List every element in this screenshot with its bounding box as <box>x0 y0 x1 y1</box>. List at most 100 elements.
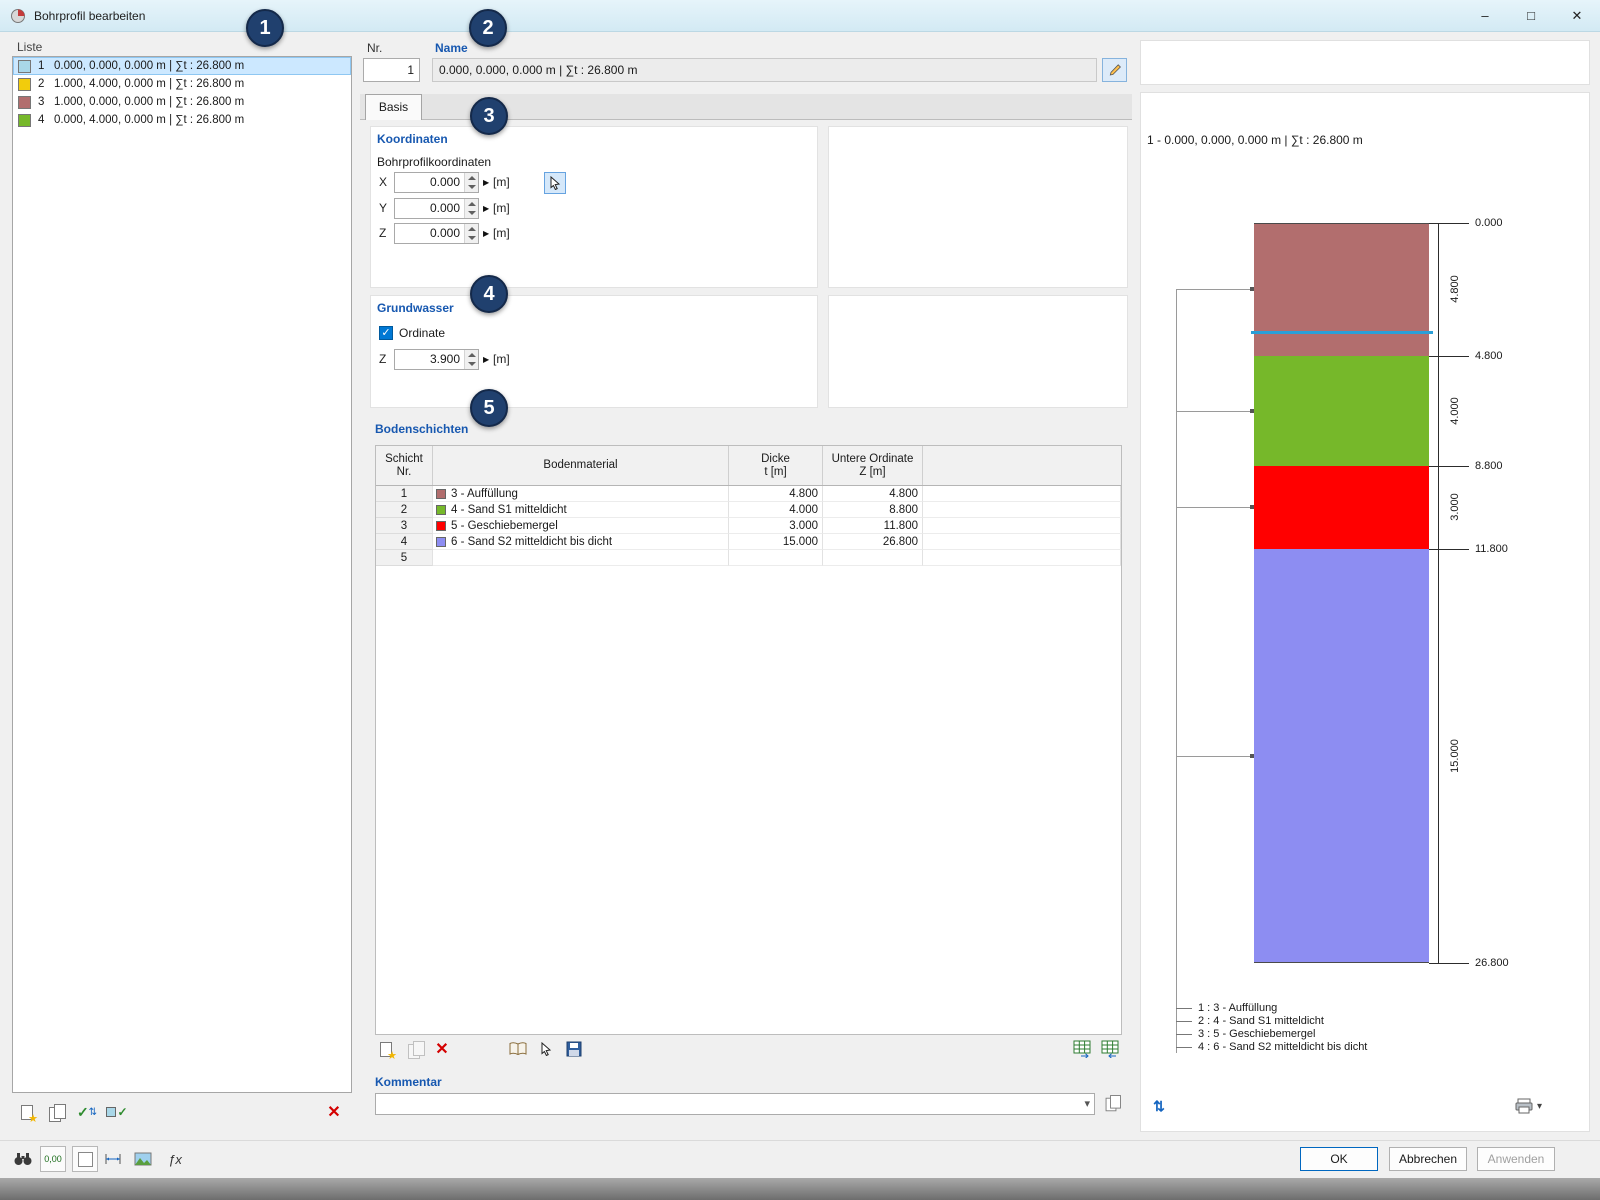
x-unit-label: [m] <box>493 175 510 189</box>
copy-layer-button[interactable] <box>403 1038 425 1060</box>
copy-profile-button[interactable] <box>43 1100 67 1124</box>
dialog-bohrprofil-bearbeiten: Bohrprofil bearbeiten – □ ✕ Liste 1 0.00… <box>0 0 1600 1200</box>
dimension-line <box>1438 223 1439 963</box>
list-item-number: 2 <box>38 78 45 90</box>
arrows-icon: ⇅ <box>88 1106 98 1118</box>
close-button[interactable]: ✕ <box>1554 0 1600 31</box>
print-button[interactable]: ▾ <box>1507 1095 1549 1117</box>
table-row[interactable]: 5 <box>376 550 1121 566</box>
table-row[interactable]: 3 5 - Geschiebemergel 3.000 11.800 <box>376 518 1121 534</box>
window-bottom-edge <box>0 1178 1600 1200</box>
table-row[interactable]: 1 3 - Auffüllung 4.800 4.800 <box>376 486 1121 502</box>
background-color-button[interactable] <box>72 1146 98 1172</box>
y-coordinate-input[interactable]: 0.000 <box>394 198 479 219</box>
groundwater-z-input[interactable]: 3.900 <box>394 349 479 370</box>
dropdown-caret-icon[interactable]: ▾ <box>1084 1097 1090 1110</box>
picture-icon <box>134 1152 152 1166</box>
comment-combobox[interactable]: ▾ <box>375 1093 1095 1115</box>
pick-coordinates-button[interactable] <box>544 172 566 194</box>
print-dropdown-caret-icon[interactable]: ▾ <box>1537 1101 1542 1112</box>
delete-layer-button[interactable]: ✕ <box>431 1038 453 1060</box>
check-values-button[interactable]: ✓ ⇅ <box>75 1100 99 1124</box>
gw-flyout-button[interactable]: ▶ <box>483 355 489 364</box>
delete-icon: ✕ <box>327 1104 341 1121</box>
legend-item: 1 : 3 - Auffüllung <box>1176 1002 1277 1014</box>
cancel-button[interactable]: Abbrechen <box>1389 1147 1467 1171</box>
legend-item: 4 : 6 - Sand S2 mitteldicht bis dicht <box>1176 1041 1367 1053</box>
list-item-label: 0.000, 4.000, 0.000 m | ∑t : 26.800 m <box>54 114 245 126</box>
maximize-button[interactable]: □ <box>1508 0 1554 31</box>
delete-profile-button[interactable]: ✕ <box>322 1100 346 1124</box>
y-label: Y <box>379 201 388 215</box>
ok-button[interactable]: OK <box>1300 1147 1378 1171</box>
z-flyout-button[interactable]: ▶ <box>483 229 489 238</box>
pick-material-button[interactable] <box>535 1038 557 1060</box>
app-icon <box>10 8 26 24</box>
list-item-number: 3 <box>38 96 45 108</box>
x-coordinate-input[interactable]: 0.000 <box>394 172 479 193</box>
dimensions-button[interactable] <box>100 1146 126 1172</box>
decimal-places-button[interactable]: 0,00 <box>40 1146 66 1172</box>
apply-button[interactable]: Anwenden <box>1477 1147 1555 1171</box>
spinner-buttons[interactable] <box>464 173 478 192</box>
white-square-icon <box>77 1151 93 1167</box>
list-item[interactable]: 3 1.000, 0.000, 0.000 m | ∑t : 26.800 m <box>13 93 351 111</box>
koordinaten-heading: Koordinaten <box>377 132 448 146</box>
save-material-button[interactable] <box>563 1038 585 1060</box>
y-flyout-button[interactable]: ▶ <box>483 204 489 213</box>
editor-panel: Nr. 1 Name 0.000, 0.000, 0.000 m | ∑t : … <box>360 32 1132 1140</box>
table-row[interactable]: 2 4 - Sand S1 mitteldicht 4.000 8.800 <box>376 502 1121 518</box>
render-view-button[interactable] <box>130 1146 156 1172</box>
layer-connector-line <box>1176 756 1252 757</box>
thickness-label: 3.000 <box>1449 493 1461 521</box>
find-button[interactable] <box>10 1146 36 1172</box>
layers-icon <box>106 1107 117 1117</box>
minimize-button[interactable]: – <box>1462 0 1508 31</box>
koordinaten-side-box <box>828 126 1128 288</box>
x-label: X <box>379 175 388 189</box>
swap-axes-button[interactable]: ⇅ <box>1146 1095 1172 1117</box>
add-layer-button[interactable]: ★ <box>375 1038 397 1061</box>
new-row-icon: ★ <box>380 1041 397 1061</box>
new-profile-button[interactable]: ★ <box>15 1100 39 1124</box>
pencil-icon <box>1109 64 1121 76</box>
y-unit-label: [m] <box>493 201 510 215</box>
list-item-number: 1 <box>38 60 45 72</box>
copy-icon <box>49 1103 66 1122</box>
list-item[interactable]: 4 0.000, 4.000, 0.000 m | ∑t : 26.800 m <box>13 111 351 129</box>
connector-dot <box>1250 287 1254 291</box>
ordinate-checkbox[interactable]: ✓ <box>379 326 393 340</box>
edit-name-button[interactable] <box>1102 58 1127 82</box>
function-input-button[interactable]: ƒx <box>162 1146 188 1172</box>
spinner-buttons[interactable] <box>464 224 478 243</box>
depth-tick <box>1429 963 1469 964</box>
save-icon <box>566 1041 582 1057</box>
comment-copy-button[interactable] <box>1100 1093 1122 1115</box>
grundwasser-section: Grundwasser ✓ Ordinate Z 3.900 ▶ [m] <box>370 295 818 408</box>
list-item[interactable]: 1 0.000, 0.000, 0.000 m | ∑t : 26.800 m <box>13 57 351 75</box>
import-table-button[interactable] <box>1072 1038 1094 1060</box>
check-icon: ✓ <box>76 1103 89 1120</box>
connector-dot <box>1250 754 1254 758</box>
list-item-label: 0.000, 0.000, 0.000 m | ∑t : 26.800 m <box>54 60 245 72</box>
spinner-buttons[interactable] <box>464 350 478 369</box>
spinner-buttons[interactable] <box>464 199 478 218</box>
profile-layer <box>1254 356 1429 467</box>
export-table-button[interactable] <box>1100 1038 1122 1060</box>
depth-label: 26.800 <box>1475 957 1509 969</box>
x-flyout-button[interactable]: ▶ <box>483 178 489 187</box>
tab-basis[interactable]: Basis <box>365 94 422 120</box>
layer-connector-line <box>1176 507 1252 508</box>
select-profiles-button[interactable]: ✓ <box>105 1100 129 1124</box>
table-import-icon <box>1073 1040 1091 1058</box>
callout-badge-2: 2 <box>469 9 507 47</box>
name-field[interactable]: 0.000, 0.000, 0.000 m | ∑t : 26.800 m <box>432 58 1097 82</box>
profile-layer <box>1254 548 1429 962</box>
depth-label: 11.800 <box>1475 543 1508 555</box>
table-row[interactable]: 4 6 - Sand S2 mitteldicht bis dicht 15.0… <box>376 534 1121 550</box>
material-library-button[interactable] <box>507 1038 529 1060</box>
list-item[interactable]: 2 1.000, 4.000, 0.000 m | ∑t : 26.800 m <box>13 75 351 93</box>
list-item-number: 4 <box>38 114 45 126</box>
titlebar: Bohrprofil bearbeiten – □ ✕ <box>0 0 1600 32</box>
z-coordinate-input[interactable]: 0.000 <box>394 223 479 244</box>
